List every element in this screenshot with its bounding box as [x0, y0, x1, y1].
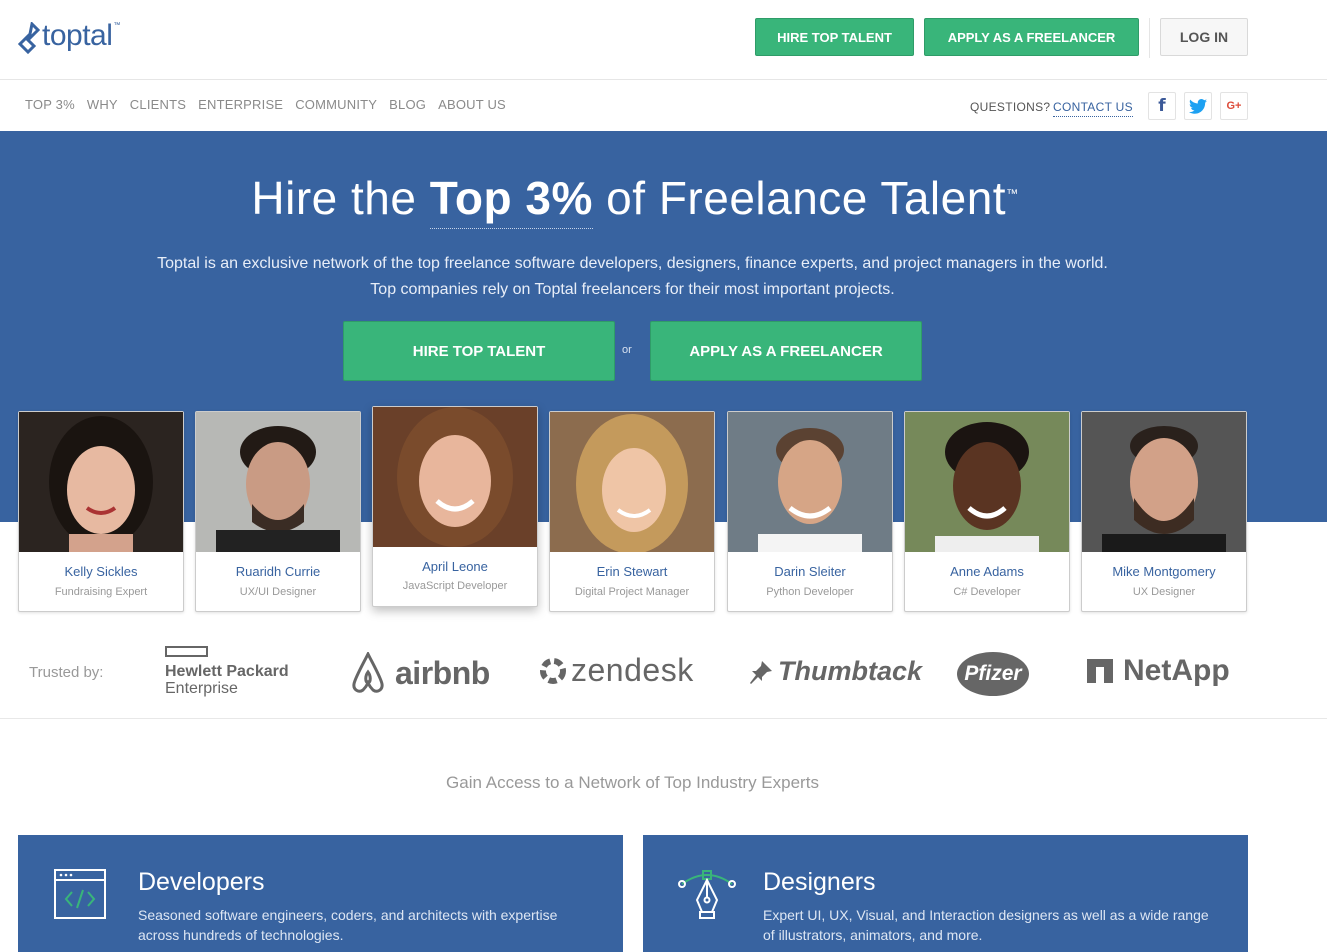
- twitter-icon[interactable]: [1184, 92, 1212, 120]
- pfizer-text: Pfizer: [964, 662, 1022, 685]
- developers-desc: Seasoned software engineers, coders, and…: [138, 907, 558, 943]
- contact-us-link[interactable]: CONTACT US: [1053, 100, 1133, 117]
- talent-card[interactable]: April Leone JavaScript Developer: [372, 406, 538, 607]
- facebook-icon[interactable]: f: [1148, 92, 1176, 120]
- talent-role: JavaScript Developer: [402, 580, 508, 592]
- developers-panel[interactable]: Developers Seasoned software engineers, …: [18, 835, 623, 952]
- hero-or-label: or: [622, 344, 632, 356]
- netapp-text: NetApp: [1123, 654, 1230, 687]
- hero-subtitle-line1: Toptal is an exclusive network of the to…: [157, 255, 1108, 272]
- nav-item-top3[interactable]: TOP 3%: [25, 97, 75, 112]
- hero-title-tm: ™: [1006, 186, 1019, 201]
- hero-subtitle: Toptal is an exclusive network of the to…: [0, 251, 1265, 303]
- hero-subtitle-line2: Top companies rely on Toptal freelancers…: [370, 281, 895, 298]
- netapp-logo: NetApp: [1087, 654, 1230, 688]
- nav-item-about[interactable]: ABOUT US: [438, 97, 506, 112]
- airbnb-logo: airbnb: [349, 652, 490, 694]
- talent-role: Fundraising Expert: [54, 586, 148, 598]
- questions-label: QUESTIONS?: [970, 100, 1051, 114]
- hero-title: Hire the Top 3% of Freelance Talent™: [0, 171, 1270, 229]
- talent-role: UX Designer: [1132, 586, 1196, 598]
- zendesk-mark-icon: [540, 657, 566, 684]
- google-plus-glyph: G+: [1226, 100, 1242, 112]
- talent-card[interactable]: Mike Montgomery UX Designer: [1081, 411, 1247, 612]
- thumbtack-logo: Thumbtack: [748, 656, 922, 687]
- toptal-logo[interactable]: toptal ™: [18, 18, 120, 56]
- code-window-icon: [54, 869, 106, 919]
- hpe-line2: Enterprise: [165, 680, 238, 697]
- twitter-bird-icon: [1189, 98, 1207, 114]
- hpe-line1: Hewlett Packard: [165, 663, 289, 680]
- talent-name: Kelly Sickles: [64, 564, 138, 579]
- trusted-by-label: Trusted by:: [29, 664, 104, 681]
- talent-role: Python Developer: [766, 586, 854, 598]
- thumbtack-pin-icon: [750, 660, 772, 684]
- pfizer-logo: Pfizer: [957, 652, 1029, 696]
- talent-role: C# Developer: [953, 586, 1021, 598]
- header-hire-button[interactable]: HIRE TOP TALENT: [755, 18, 914, 56]
- talent-photo: [196, 412, 360, 552]
- designers-panel[interactable]: Designers Expert UI, UX, Visual, and Int…: [643, 835, 1248, 952]
- header-apply-button[interactable]: APPLY AS A FREELANCER: [924, 18, 1139, 56]
- section-title: Gain Access to a Network of Top Industry…: [446, 773, 819, 792]
- header-divider: [1149, 18, 1150, 58]
- hero-title-highlight: Top 3%: [429, 172, 593, 229]
- section-divider: [0, 718, 1327, 719]
- talent-photo: [373, 407, 537, 547]
- talent-card[interactable]: Ruaridh Currie UX/UI Designer: [195, 411, 361, 612]
- top-header: toptal ™ HIRE TOP TALENT APPLY AS A FREE…: [0, 0, 1327, 80]
- thumbtack-text: Thumbtack: [778, 656, 923, 686]
- talent-name: April Leone: [422, 559, 488, 574]
- talent-name: Erin Stewart: [596, 564, 668, 579]
- talent-card[interactable]: Kelly Sickles Fundraising Expert: [18, 411, 184, 612]
- nav-item-blog[interactable]: BLOG: [389, 97, 426, 112]
- talent-card[interactable]: Darin Sleiter Python Developer: [727, 411, 893, 612]
- talent-role: UX/UI Designer: [239, 586, 317, 598]
- developers-title: Developers: [138, 868, 265, 896]
- hpe-logo: Hewlett Packard Enterprise: [165, 646, 289, 697]
- facebook-glyph: f: [1158, 96, 1166, 116]
- google-plus-icon[interactable]: G+: [1220, 92, 1248, 120]
- talent-photo: [1082, 412, 1246, 552]
- talent-role: Digital Project Manager: [574, 586, 690, 598]
- zendesk-logo: zendesk: [537, 652, 694, 689]
- brand-name: toptal: [42, 19, 113, 52]
- talent-card[interactable]: Erin Stewart Digital Project Manager: [549, 411, 715, 612]
- talent-name: Darin Sleiter: [774, 564, 846, 579]
- talent-photo: [905, 412, 1069, 552]
- talent-card[interactable]: Anne Adams C# Developer: [904, 411, 1070, 612]
- brand-tm: ™: [113, 22, 121, 29]
- talent-name: Anne Adams: [950, 564, 1024, 579]
- talent-photo: [19, 412, 183, 552]
- login-button[interactable]: LOG IN: [1160, 18, 1248, 56]
- netapp-mark-icon: [1087, 659, 1113, 683]
- toptal-mark-icon: [18, 22, 40, 55]
- hero-apply-button[interactable]: APPLY AS A FREELANCER: [650, 321, 922, 381]
- talent-name: Mike Montgomery: [1112, 564, 1216, 579]
- airbnb-mark-icon: [352, 652, 384, 693]
- nav-item-enterprise[interactable]: ENTERPRISE: [198, 97, 283, 112]
- talent-photo: [728, 412, 892, 552]
- nav-item-community[interactable]: COMMUNITY: [295, 97, 377, 112]
- nav-item-why[interactable]: WHY: [87, 97, 118, 112]
- zendesk-text: zendesk: [571, 652, 694, 688]
- hpe-mark-icon: [165, 646, 208, 657]
- talent-photo: [550, 412, 714, 552]
- hero-title-pre: Hire the: [251, 172, 430, 224]
- hero-hire-button[interactable]: HIRE TOP TALENT: [343, 321, 615, 381]
- nav-item-clients[interactable]: CLIENTS: [130, 97, 186, 112]
- designers-desc: Expert UI, UX, Visual, and Interaction d…: [763, 907, 1209, 943]
- talent-name: Ruaridh Currie: [235, 564, 321, 579]
- airbnb-text: airbnb: [395, 654, 490, 691]
- designers-title: Designers: [763, 868, 876, 896]
- hero-title-post: of Freelance Talent: [592, 172, 1007, 224]
- main-nav: TOP 3% WHY CLIENTS ENTERPRISE COMMUNITY …: [0, 81, 1327, 131]
- pen-tool-icon: [678, 870, 736, 919]
